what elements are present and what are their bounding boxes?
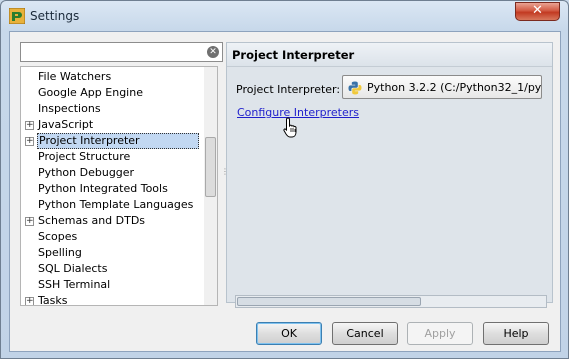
- clear-search-icon[interactable]: ✕: [207, 46, 219, 58]
- interpreter-dropdown[interactable]: Python 3.2.2 (C:/Python32_1/python.exe): [342, 75, 542, 99]
- close-icon: ✕: [532, 3, 543, 18]
- tree-item-label: Spelling: [38, 246, 82, 259]
- tree-item-label: File Watchers: [38, 70, 112, 83]
- dialog-content: ✕ File Watchers Google App Engine Inspecti…: [9, 31, 561, 352]
- tree-item-label: Project Structure: [38, 150, 131, 163]
- tree-item[interactable]: Python Debugger: [21, 165, 201, 181]
- expand-icon[interactable]: +: [25, 297, 34, 305]
- expand-icon[interactable]: +: [25, 217, 34, 226]
- hand-cursor-icon: [283, 117, 297, 138]
- settings-window: Settings ✕ ✕ File Watchers Google App Eng…: [0, 0, 569, 359]
- settings-search-field[interactable]: ✕: [20, 42, 223, 62]
- tree-item[interactable]: Python Template Languages: [21, 197, 201, 213]
- interpreter-field-label: Project Interpreter:: [236, 83, 341, 96]
- tree-item-label: Tasks: [38, 294, 68, 306]
- tree-item[interactable]: + JavaScript: [21, 117, 201, 133]
- tree-item[interactable]: + Tasks: [21, 293, 201, 306]
- tree-item[interactable]: Google App Engine: [21, 85, 201, 101]
- tree-item[interactable]: Spelling: [21, 245, 201, 261]
- cancel-button[interactable]: Cancel: [332, 322, 398, 345]
- expand-icon[interactable]: +: [25, 121, 34, 130]
- panel-horizontal-scrollbar[interactable]: [235, 295, 547, 308]
- tree-item-label: JavaScript: [38, 118, 94, 131]
- tree-item-label: Google App Engine: [38, 86, 143, 99]
- tree-item[interactable]: + Project Interpreter: [21, 133, 201, 149]
- project-interpreter-panel: Project Interpreter Project Interpreter:…: [226, 42, 553, 308]
- title-bar[interactable]: Settings ✕: [1, 1, 568, 31]
- tree-item[interactable]: Python Integrated Tools: [21, 181, 201, 197]
- ok-button[interactable]: OK: [256, 322, 322, 345]
- interpreter-dropdown-value: Python 3.2.2 (C:/Python32_1/python.exe): [367, 81, 542, 94]
- panel-scrollbar-thumb[interactable]: [237, 297, 421, 306]
- python-icon: [348, 81, 362, 95]
- tree-item-label: Schemas and DTDs: [38, 214, 146, 227]
- tree-item-label: Project Interpreter: [37, 133, 199, 149]
- tree-item-label: SQL Dialects: [38, 262, 108, 275]
- tree-item[interactable]: SQL Dialects: [21, 261, 201, 277]
- tree-scrollbar-thumb[interactable]: [205, 137, 216, 197]
- pycharm-app-icon: [9, 8, 25, 24]
- splitter-grip-icon[interactable]: ⋮: [221, 167, 229, 181]
- tree-item[interactable]: Project Structure: [21, 149, 201, 165]
- help-button[interactable]: Help: [483, 322, 549, 345]
- tree-item-label: Python Template Languages: [38, 198, 194, 211]
- tree-item[interactable]: Inspections: [21, 101, 201, 117]
- tree-vertical-scrollbar[interactable]: [204, 67, 217, 305]
- tree-item-label: Python Integrated Tools: [38, 182, 168, 195]
- panel-header: Project Interpreter: [227, 43, 552, 67]
- settings-tree[interactable]: File Watchers Google App Engine Inspection…: [20, 66, 218, 306]
- tree-item-label: SSH Terminal: [38, 278, 111, 291]
- expand-icon[interactable]: +: [25, 137, 34, 146]
- tree-item[interactable]: SSH Terminal: [21, 277, 201, 293]
- apply-button[interactable]: Apply: [407, 322, 473, 345]
- close-button[interactable]: ✕: [515, 2, 560, 21]
- tree-item[interactable]: Scopes: [21, 229, 201, 245]
- tree-item-label: Scopes: [38, 230, 78, 243]
- tree-item[interactable]: File Watchers: [21, 69, 201, 85]
- tree-item[interactable]: + Schemas and DTDs: [21, 213, 201, 229]
- panel-title: Project Interpreter: [232, 48, 355, 62]
- window-title: Settings: [30, 9, 80, 23]
- tree-item-label: Python Debugger: [38, 166, 135, 179]
- tree-item-label: Inspections: [38, 102, 101, 115]
